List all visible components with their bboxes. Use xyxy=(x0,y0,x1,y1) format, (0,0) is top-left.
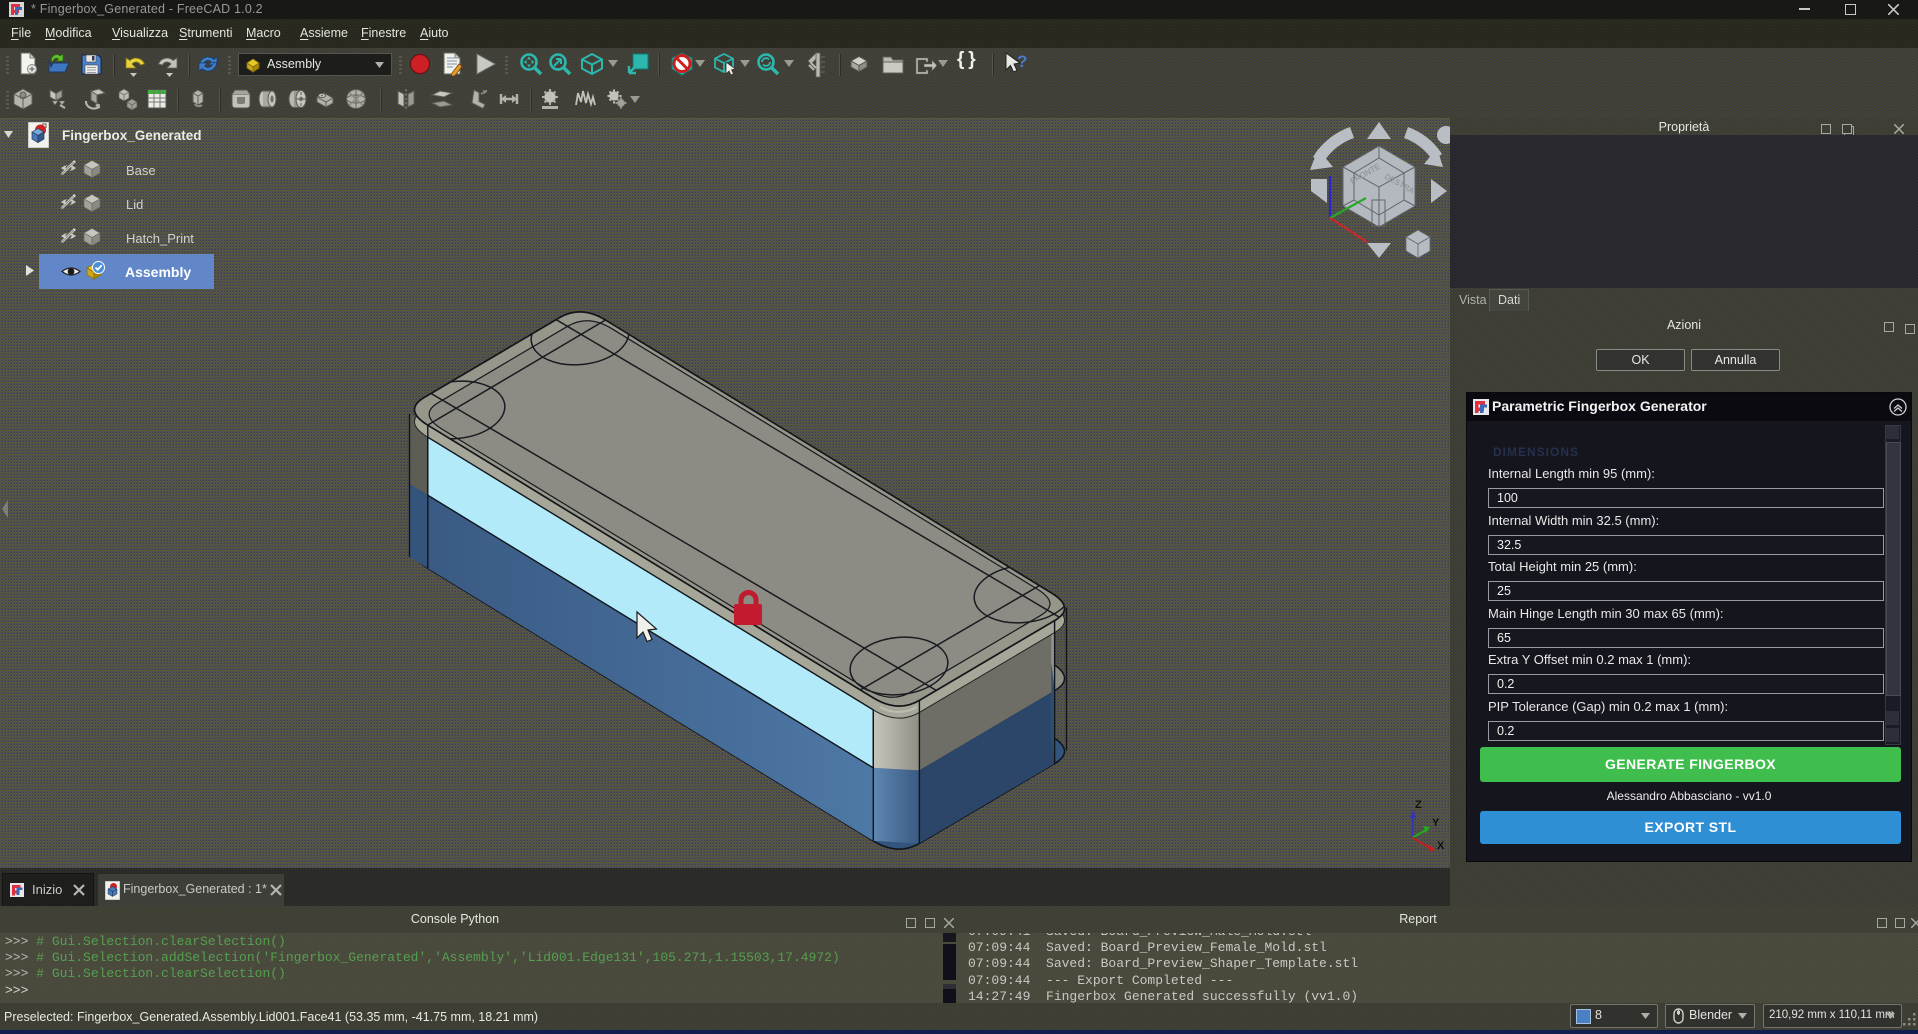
svg-text:Y: Y xyxy=(1432,817,1440,829)
svg-text:Z: Z xyxy=(1415,799,1422,811)
svg-text:X: X xyxy=(1437,840,1445,852)
svg-text:?: ? xyxy=(1017,52,1027,71)
